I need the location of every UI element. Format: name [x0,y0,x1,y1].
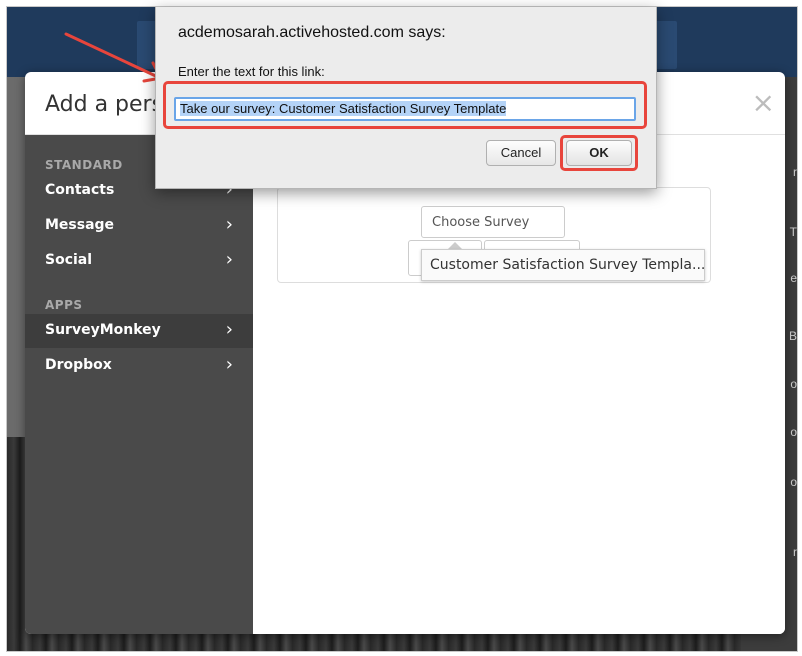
strip-letter: B [788,329,797,343]
survey-panel: Choose Survey Customer Satisfaction Surv… [277,187,711,283]
selected-text: Take our survey: Customer Satisfaction S… [180,101,507,116]
sidebar-item-label: Contacts [45,182,115,198]
sidebar-item-surveymonkey[interactable]: SurveyMonkey › [25,314,253,348]
survey-tooltip: Customer Satisfaction Survey Templa... [421,249,705,281]
sidebar-item-label: Dropbox [45,357,112,373]
strip-letter: e [790,271,797,285]
chevron-right-icon: › [225,249,233,270]
link-text-dialog: acdemosarah.activehosted.com says: Enter… [155,7,657,189]
sidebar-item-label: Message [45,217,115,233]
chevron-right-icon: › [225,354,233,375]
sidebar-heading-standard: STANDARD [45,158,123,172]
chevron-right-icon: › [225,214,233,235]
sidebar-item-message[interactable]: Message › [25,209,253,243]
sidebar-heading-apps: APPS [45,298,83,312]
strip-letter: T [789,225,797,239]
close-icon[interactable]: × [752,86,775,119]
link-text-input[interactable]: Take our survey: Customer Satisfaction S… [174,97,636,121]
arrow-shaft [64,32,162,80]
sidebar-item-dropbox[interactable]: Dropbox › [25,349,253,383]
ok-button[interactable]: OK [566,140,632,166]
cancel-button[interactable]: Cancel [486,140,556,166]
modal-sidebar: STANDARD Contacts › Message › Social › A… [25,135,253,634]
strip-letter: o [790,377,797,391]
sidebar-item-label: SurveyMonkey [45,322,161,338]
dialog-title: acdemosarah.activehosted.com says: [178,24,446,41]
strip-letter: r [793,165,797,179]
modal-title: Add a pers [45,92,164,117]
strip-letter: o [790,475,797,489]
dialog-prompt: Enter the text for this link: [178,64,325,79]
sidebar-item-label: Social [45,252,93,268]
strip-letter: r [793,545,797,559]
arrow-icon [64,32,163,83]
sidebar-item-social[interactable]: Social › [25,244,253,278]
modal-content: Choose Survey Customer Satisfaction Surv… [253,135,785,634]
strip-letter: o [790,425,797,439]
chevron-right-icon: › [225,319,233,340]
tooltip-arrow [448,242,462,249]
choose-survey-select[interactable]: Choose Survey [421,206,565,238]
